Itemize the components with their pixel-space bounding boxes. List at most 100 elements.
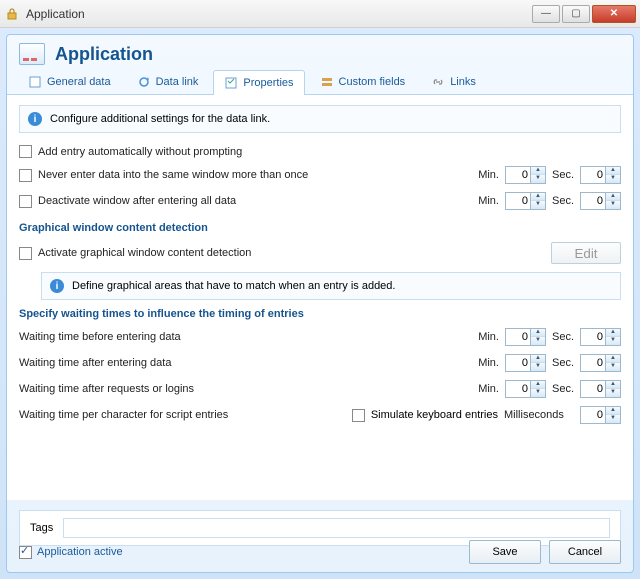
- down-arrow-icon[interactable]: ▼: [606, 175, 620, 183]
- label-wait-requests: Waiting time after requests or logins: [19, 383, 472, 395]
- spinner-never-sec[interactable]: ▲▼: [580, 166, 621, 184]
- down-arrow-icon[interactable]: ▼: [531, 201, 545, 209]
- checkbox-never-same[interactable]: [19, 169, 32, 182]
- input-deact-sec[interactable]: [581, 195, 605, 207]
- spinner-before-min[interactable]: ▲▼: [505, 328, 546, 346]
- info-icon: i: [28, 112, 42, 126]
- spinner-deact-sec[interactable]: ▲▼: [580, 192, 621, 210]
- up-arrow-icon[interactable]: ▲: [606, 193, 620, 201]
- tags-input[interactable]: [63, 518, 610, 538]
- checkbox-app-active[interactable]: [19, 546, 32, 559]
- input-after-min[interactable]: [506, 357, 530, 369]
- input-never-min[interactable]: [506, 169, 530, 181]
- down-arrow-icon[interactable]: ▼: [606, 363, 620, 371]
- spinner-after-sec[interactable]: ▲▼: [580, 354, 621, 372]
- info-banner: i Configure additional settings for the …: [19, 105, 621, 133]
- maximize-button[interactable]: ▢: [562, 5, 590, 23]
- tab-properties[interactable]: Properties: [213, 70, 304, 95]
- up-arrow-icon[interactable]: ▲: [531, 193, 545, 201]
- form-icon: [320, 75, 334, 89]
- row-activate-graphical: Activate graphical window content detect…: [19, 238, 621, 268]
- label-milliseconds: Milliseconds: [504, 409, 574, 421]
- spinner-after-min[interactable]: ▲▼: [505, 354, 546, 372]
- tab-label: Links: [450, 76, 476, 88]
- input-before-min[interactable]: [506, 331, 530, 343]
- label-activate-graphical: Activate graphical window content detect…: [38, 247, 545, 259]
- down-arrow-icon[interactable]: ▼: [531, 389, 545, 397]
- tab-bar: General data Data link Properties Custom…: [7, 69, 633, 95]
- checkbox-activate-graphical[interactable]: [19, 247, 32, 260]
- cancel-button[interactable]: Cancel: [549, 540, 621, 564]
- up-arrow-icon[interactable]: ▲: [531, 167, 545, 175]
- save-button[interactable]: Save: [469, 540, 541, 564]
- label-min: Min.: [478, 331, 499, 343]
- down-arrow-icon[interactable]: ▼: [606, 389, 620, 397]
- label-sec: Sec.: [552, 383, 574, 395]
- page-icon: [28, 75, 42, 89]
- tab-custom-fields[interactable]: Custom fields: [309, 69, 417, 94]
- label-add-auto: Add entry automatically without promptin…: [38, 146, 621, 158]
- down-arrow-icon[interactable]: ▼: [531, 363, 545, 371]
- tab-label: General data: [47, 76, 111, 88]
- edit-button[interactable]: Edit: [551, 242, 621, 264]
- spinner-deact-min[interactable]: ▲▼: [505, 192, 546, 210]
- input-before-sec[interactable]: [581, 331, 605, 343]
- label-sec: Sec.: [552, 169, 574, 181]
- page-title: Application: [55, 44, 153, 65]
- tab-data-link[interactable]: Data link: [126, 69, 210, 94]
- window-title: Application: [26, 7, 532, 21]
- checkbox-deactivate[interactable]: [19, 195, 32, 208]
- tab-links[interactable]: Links: [420, 69, 487, 94]
- down-arrow-icon[interactable]: ▼: [531, 175, 545, 183]
- titlebar: Application — ▢ ✕: [0, 0, 640, 28]
- up-arrow-icon[interactable]: ▲: [531, 355, 545, 363]
- spinner-before-sec[interactable]: ▲▼: [580, 328, 621, 346]
- label-sec: Sec.: [552, 357, 574, 369]
- down-arrow-icon[interactable]: ▼: [531, 337, 545, 345]
- up-arrow-icon[interactable]: ▲: [606, 381, 620, 389]
- up-arrow-icon[interactable]: ▲: [606, 167, 620, 175]
- checkbox-add-auto[interactable]: [19, 145, 32, 158]
- row-deactivate: Deactivate window after entering all dat…: [19, 188, 621, 214]
- info-graphical: i Define graphical areas that have to ma…: [41, 272, 621, 300]
- row-never-same: Never enter data into the same window mo…: [19, 162, 621, 188]
- info-text: Configure additional settings for the da…: [50, 113, 270, 125]
- label-tags: Tags: [30, 522, 53, 534]
- input-never-sec[interactable]: [581, 169, 605, 181]
- up-arrow-icon[interactable]: ▲: [531, 381, 545, 389]
- close-button[interactable]: ✕: [592, 5, 636, 23]
- up-arrow-icon[interactable]: ▲: [531, 329, 545, 337]
- up-arrow-icon[interactable]: ▲: [606, 329, 620, 337]
- section-waiting: Specify waiting times to influence the t…: [19, 300, 621, 324]
- input-req-sec[interactable]: [581, 383, 605, 395]
- down-arrow-icon[interactable]: ▼: [606, 337, 620, 345]
- info-icon: i: [50, 279, 64, 293]
- up-arrow-icon[interactable]: ▲: [606, 355, 620, 363]
- up-arrow-icon[interactable]: ▲: [606, 407, 620, 415]
- label-min: Min.: [478, 383, 499, 395]
- dialog-footer: Application active Save Cancel: [19, 540, 621, 564]
- label-app-active: Application active: [37, 546, 123, 558]
- tab-content: i Configure additional settings for the …: [7, 95, 633, 500]
- down-arrow-icon[interactable]: ▼: [606, 415, 620, 423]
- input-char-ms[interactable]: [581, 409, 605, 421]
- application-active-check[interactable]: Application active: [19, 546, 123, 559]
- input-deact-min[interactable]: [506, 195, 530, 207]
- label-min: Min.: [478, 195, 499, 207]
- tab-general-data[interactable]: General data: [17, 69, 122, 94]
- row-add-auto: Add entry automatically without promptin…: [19, 141, 621, 162]
- label-min: Min.: [478, 169, 499, 181]
- spinner-char-ms[interactable]: ▲▼: [580, 406, 621, 424]
- spinner-req-min[interactable]: ▲▼: [505, 380, 546, 398]
- input-after-sec[interactable]: [581, 357, 605, 369]
- link-icon: [431, 75, 445, 89]
- label-simulate: Simulate keyboard entries: [371, 409, 498, 421]
- spinner-never-min[interactable]: ▲▼: [505, 166, 546, 184]
- checkbox-simulate[interactable]: [352, 409, 365, 422]
- row-wait-char: Waiting time per character for script en…: [19, 402, 621, 428]
- spinner-req-sec[interactable]: ▲▼: [580, 380, 621, 398]
- minimize-button[interactable]: —: [532, 5, 560, 23]
- down-arrow-icon[interactable]: ▼: [606, 201, 620, 209]
- input-req-min[interactable]: [506, 383, 530, 395]
- tab-label: Properties: [243, 77, 293, 89]
